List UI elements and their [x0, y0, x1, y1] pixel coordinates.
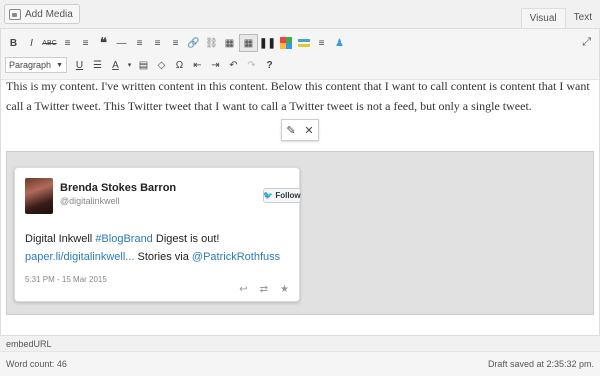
bold-button[interactable]: B — [5, 34, 22, 52]
multicolor-icon — [279, 37, 292, 49]
add-media-label: Add Media — [25, 8, 73, 20]
table-button[interactable]: ≡ — [313, 34, 330, 52]
embed-preview[interactable]: Brenda Stokes Barron @digitalinkwell 🐦 F… — [6, 151, 594, 315]
pencil-icon[interactable]: ✎ — [286, 124, 295, 137]
editor-top-bar: Add Media Visual Text — [0, 0, 600, 28]
format-select-value: Paragraph — [9, 60, 52, 70]
clear-formatting-button[interactable]: ◇ — [153, 56, 170, 74]
undo-button[interactable]: ↶ — [225, 56, 242, 74]
indent-button[interactable]: ⇥ — [207, 56, 224, 74]
text-color-button[interactable]: A — [107, 56, 124, 74]
tweet-text-part: Stories via — [134, 251, 192, 263]
help-button[interactable]: ? — [261, 56, 278, 74]
tab-visual[interactable]: Visual — [520, 8, 566, 28]
tweet-author-handle[interactable]: @digitalinkwell — [60, 196, 120, 206]
tweet-card: Brenda Stokes Barron @digitalinkwell 🐦 F… — [14, 167, 301, 302]
underline-button[interactable]: U — [71, 56, 88, 74]
retweet-icon[interactable]: ⇄ — [260, 284, 268, 295]
toolbar-row-1: B I ABC ≡ ≡ ❝ — ≡ ≡ ≡ 🔗 ⛓ ▦ ▦ ❚❚ ≡ ♟ — [5, 33, 349, 53]
close-icon[interactable]: ✕ — [304, 124, 313, 137]
plugin-bar-button[interactable] — [295, 34, 312, 52]
chevron-down-icon: ▼ — [56, 61, 63, 69]
media-icon — [9, 8, 21, 20]
tweet-text-part: Digest is out! — [152, 233, 220, 245]
tweet-date[interactable]: 5:31 PM - 15 Mar 2015 — [25, 275, 107, 284]
align-center-button[interactable]: ≡ — [149, 34, 166, 52]
toolbar-row-2: Paragraph ▼ U ☰ A ▾ ▤ ◇ Ω ⇤ ⇥ ↶ ↷ ? — [5, 55, 279, 75]
unlink-button[interactable]: ⛓ — [203, 34, 220, 52]
editor-tabs: Visual Text — [520, 8, 600, 28]
horizontal-line-button[interactable]: — — [113, 34, 130, 52]
embed-edit-toolbar: ✎ ✕ — [281, 119, 319, 141]
pause-icon-button[interactable]: ❚❚ — [259, 34, 276, 52]
tab-text[interactable]: Text — [566, 8, 600, 28]
add-media-button[interactable]: Add Media — [4, 4, 80, 24]
insert-link-button[interactable]: 🔗 — [185, 34, 202, 52]
color-bar-icon — [297, 39, 310, 47]
toolbar-toggle-button[interactable]: ▦ — [239, 34, 258, 52]
strikethrough-button[interactable]: ABC — [41, 34, 58, 52]
mention-link[interactable]: @PatrickRothfuss — [192, 251, 280, 263]
text-color-dropdown[interactable]: ▾ — [125, 56, 134, 74]
status-bar: Word count: 46 Draft saved at 2:35:32 pm… — [0, 351, 600, 376]
numbered-list-button[interactable]: ≡ — [77, 34, 94, 52]
tweet-text-part: Digital Inkwell — [25, 233, 96, 245]
post-content-paragraph[interactable]: This is my content. I've written content… — [6, 76, 592, 116]
outdent-button[interactable]: ⇤ — [189, 56, 206, 74]
favorite-icon[interactable]: ★ — [280, 284, 289, 295]
element-path: embedURL — [6, 339, 52, 349]
bullet-list-button[interactable]: ≡ — [59, 34, 76, 52]
redo-button[interactable]: ↷ — [243, 56, 260, 74]
user-icon-button[interactable]: ♟ — [331, 34, 348, 52]
special-character-button[interactable]: Ω — [171, 56, 188, 74]
fullscreen-icon[interactable]: ⤢ — [582, 36, 591, 49]
twitter-bird-icon: 🐦 — [263, 191, 274, 200]
hashtag-link[interactable]: #BlogBrand — [95, 233, 153, 245]
follow-button[interactable]: 🐦 Follow — [263, 188, 301, 203]
url-link[interactable]: paper.li/digitalinkwell... — [25, 251, 134, 263]
format-select[interactable]: Paragraph ▼ — [5, 57, 67, 73]
justify-button[interactable]: ☰ — [89, 56, 106, 74]
align-left-button[interactable]: ≡ — [131, 34, 148, 52]
read-more-button[interactable]: ▦ — [221, 34, 238, 52]
draft-saved-status: Draft saved at 2:35:32 pm. — [487, 359, 594, 369]
tweet-actions: ↩ ⇄ ★ — [239, 284, 289, 295]
reply-icon[interactable]: ↩ — [239, 284, 247, 295]
tweet-author-name[interactable]: Brenda Stokes Barron — [60, 182, 176, 194]
word-count: Word count: 46 — [6, 359, 67, 369]
align-right-button[interactable]: ≡ — [167, 34, 184, 52]
tweet-text: Digital Inkwell #BlogBrand Digest is out… — [25, 230, 295, 266]
editor-toolbar: B I ABC ≡ ≡ ❝ — ≡ ≡ ≡ 🔗 ⛓ ▦ ▦ ❚❚ ≡ ♟ Par… — [1, 29, 599, 80]
plugin-multicolor-button[interactable] — [277, 34, 294, 52]
italic-button[interactable]: I — [23, 34, 40, 52]
blockquote-button[interactable]: ❝ — [95, 34, 112, 52]
paste-text-button[interactable]: ▤ — [135, 56, 152, 74]
avatar[interactable] — [25, 178, 53, 214]
follow-label: Follow — [275, 191, 301, 200]
